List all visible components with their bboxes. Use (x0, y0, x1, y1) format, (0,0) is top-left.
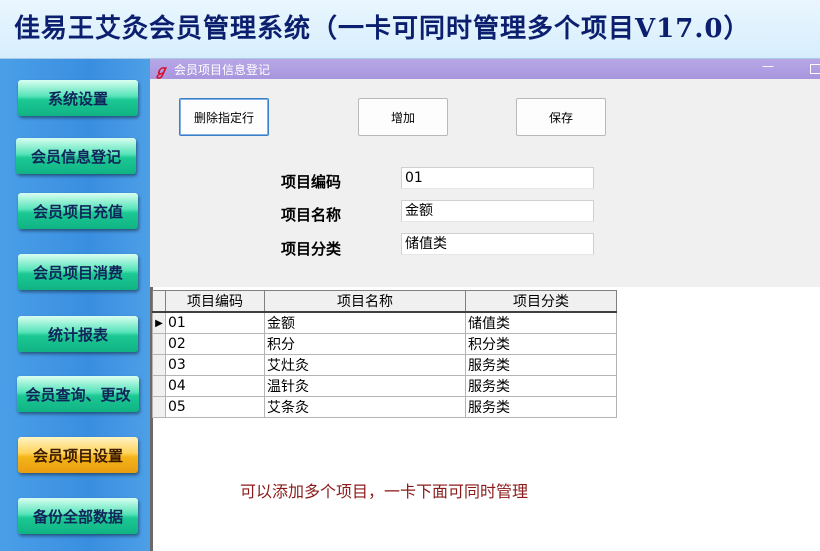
add-button[interactable]: 增加 (358, 98, 448, 136)
nav-statistics-report-button[interactable]: 统计报表 (18, 316, 138, 352)
window-title-bar: ℊ 会员项目信息登记 — (150, 59, 820, 79)
cell-category[interactable]: 服务类 (465, 354, 617, 376)
cell-category[interactable]: 储值类 (465, 311, 617, 334)
cell-name[interactable]: 艾条灸 (264, 396, 466, 418)
nav-project-recharge-button[interactable]: 会员项目充值 (18, 193, 138, 229)
cell-name[interactable]: 金额 (264, 311, 466, 334)
table-row[interactable]: 05 艾条灸 服务类 (152, 396, 617, 418)
project-category-label: 项目分类 (281, 240, 342, 258)
cell-category[interactable]: 积分类 (465, 333, 617, 355)
maximize-icon[interactable] (810, 64, 820, 74)
project-name-label: 项目名称 (281, 206, 342, 224)
cell-code[interactable]: 04 (165, 375, 265, 397)
sidebar (0, 59, 150, 551)
cell-code[interactable]: 03 (165, 354, 265, 376)
cell-code[interactable]: 02 (165, 333, 265, 355)
delete-row-button[interactable]: 删除指定行 (179, 98, 269, 136)
nav-project-settings-button[interactable]: 会员项目设置 (18, 437, 138, 473)
row-selector[interactable] (152, 396, 166, 418)
nav-member-registration-button[interactable]: 会员信息登记 (16, 138, 136, 174)
column-header-category[interactable]: 项目分类 (465, 290, 617, 313)
app-title: 佳易王艾灸会员管理系统（一卡可同时管理多个项目V17.0） (14, 14, 751, 44)
nav-member-query-edit-button[interactable]: 会员查询、更改 (17, 376, 139, 412)
table-row[interactable]: 04 温针灸 服务类 (152, 375, 617, 397)
project-code-label: 项目编码 (281, 173, 342, 191)
table-row[interactable]: 02 积分 积分类 (152, 333, 617, 355)
project-grid: 项目编码 项目名称 项目分类 ▶ 01 金额 储值类 02 积分 积分类 03 … (152, 290, 617, 418)
nav-backup-data-button[interactable]: 备份全部数据 (18, 498, 138, 534)
current-row-marker-icon: ▶ (152, 311, 166, 334)
row-selector[interactable] (152, 375, 166, 397)
column-header-name[interactable]: 项目名称 (264, 290, 466, 313)
project-name-input[interactable]: 金额 (401, 200, 594, 222)
row-selector[interactable] (152, 333, 166, 355)
nav-project-consumption-button[interactable]: 会员项目消费 (18, 254, 138, 290)
cell-name[interactable]: 温针灸 (264, 375, 466, 397)
cell-category[interactable]: 服务类 (465, 396, 617, 418)
app-title-bar: 佳易王艾灸会员管理系统（一卡可同时管理多个项目V17.0） (0, 0, 820, 59)
cell-code[interactable]: 05 (165, 396, 265, 418)
app-logo-icon: ℊ (154, 63, 168, 79)
table-row[interactable]: ▶ 01 金额 储值类 (152, 311, 617, 334)
cell-name[interactable]: 艾灶灸 (264, 354, 466, 376)
info-note: 可以添加多个项目，一卡下面可同时管理 (240, 482, 529, 501)
table-row[interactable]: 03 艾灶灸 服务类 (152, 354, 617, 376)
window-title: 会员项目信息登记 (174, 63, 271, 77)
project-category-input[interactable]: 储值类 (401, 233, 594, 255)
cell-code[interactable]: 01 (165, 311, 265, 334)
grid-corner (152, 290, 166, 313)
save-button[interactable]: 保存 (516, 98, 606, 136)
nav-system-settings-button[interactable]: 系统设置 (18, 80, 138, 116)
column-header-code[interactable]: 项目编码 (165, 290, 265, 313)
project-code-input[interactable]: 01 (401, 167, 594, 189)
minimize-icon[interactable]: — (762, 59, 774, 73)
cell-name[interactable]: 积分 (264, 333, 466, 355)
cell-category[interactable]: 服务类 (465, 375, 617, 397)
row-selector[interactable] (152, 354, 166, 376)
